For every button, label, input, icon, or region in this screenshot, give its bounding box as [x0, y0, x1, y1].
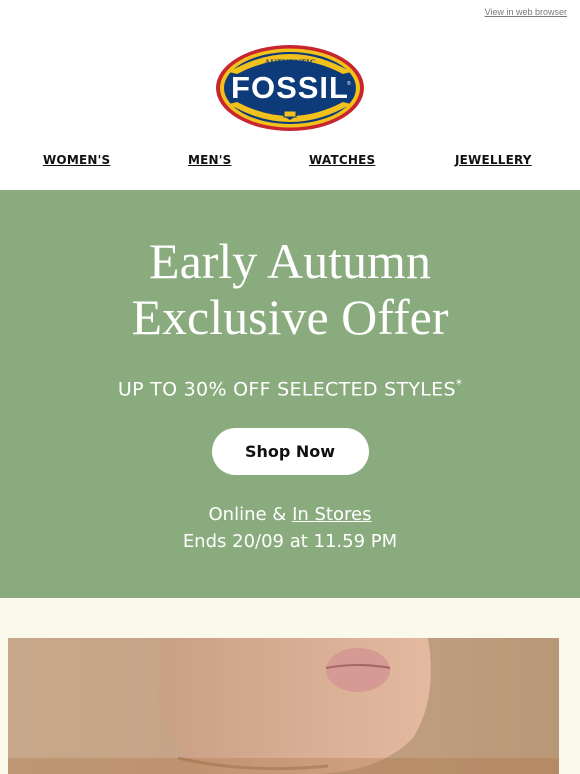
fossil-logo[interactable]: AUTHENTIC FOSSIL ®: [215, 44, 365, 132]
view-in-browser-link[interactable]: View in web browser: [485, 7, 567, 17]
logo-area: AUTHENTIC FOSSIL ®: [0, 30, 580, 145]
hero-title-line1: Early Autumn: [149, 233, 431, 289]
nav-jewellery[interactable]: JEWELLERY: [455, 153, 532, 167]
hero-title: Early Autumn Exclusive Offer: [0, 190, 580, 345]
main-nav: WOMEN'S MEN'S WATCHES JEWELLERY: [0, 145, 580, 190]
offer-end-text: Ends 20/09 at 11.59 PM: [182, 531, 398, 553]
logo-brand-text: FOSSIL: [231, 70, 349, 105]
in-stores-link[interactable]: In Stores: [292, 504, 371, 525]
nav-watches[interactable]: WATCHES: [309, 153, 375, 167]
hero-subtitle: UP TO 30% OFF SELECTED STYLES*: [0, 377, 580, 400]
shop-now-button[interactable]: Shop Now: [211, 428, 369, 476]
hero-title-line2: Exclusive Offer: [131, 289, 449, 345]
top-bar: View in web browser: [0, 0, 580, 30]
model-face-image: [8, 638, 559, 774]
nav-womens[interactable]: WOMEN'S: [43, 153, 110, 167]
svg-text:®: ®: [347, 80, 351, 87]
product-section: [0, 598, 580, 774]
availability-prefix: Online &: [208, 504, 293, 526]
model-photo[interactable]: [8, 638, 559, 774]
asterisk-mark: *: [455, 377, 463, 391]
availability-info: Online & In Stores Ends 20/09 at 11.59 P…: [0, 501, 580, 555]
hero-subtitle-text: UP TO 30% OFF SELECTED STYLES: [117, 378, 456, 401]
logo-authentic-text: AUTHENTIC: [264, 57, 315, 67]
hero-banner: Early Autumn Exclusive Offer UP TO 30% O…: [0, 190, 580, 598]
nav-mens[interactable]: MEN'S: [188, 153, 232, 167]
